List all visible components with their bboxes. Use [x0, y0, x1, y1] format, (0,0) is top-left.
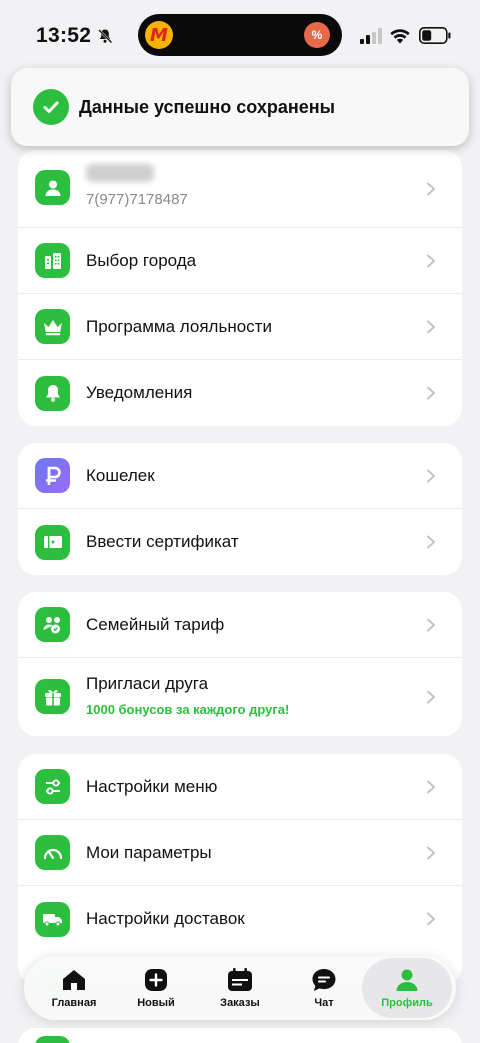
- profile-icon: [396, 969, 418, 991]
- bell-muted-icon: [98, 29, 113, 44]
- sliders-icon: [35, 769, 70, 804]
- delivery-settings-label: Настройки доставок: [86, 909, 245, 928]
- chevron-right-icon: [427, 386, 435, 400]
- tab-profile[interactable]: Профиль: [362, 958, 452, 1018]
- status-time: 13:52: [36, 24, 92, 47]
- notifications-label: Уведомления: [86, 383, 193, 402]
- city-label: Выбор города: [86, 250, 197, 270]
- chevron-right-icon: [427, 618, 435, 631]
- tab-home[interactable]: Главная: [38, 956, 110, 1020]
- next-row-icon: [35, 1036, 70, 1043]
- discount-badge-icon: %: [304, 22, 330, 48]
- tab-orders[interactable]: Заказы: [204, 956, 276, 1020]
- bell-icon: [35, 375, 70, 411]
- dynamic-island: M %: [138, 14, 342, 56]
- profile-row[interactable]: 7(977)7178487: [18, 150, 462, 228]
- my-params-label: Мои параметры: [86, 842, 212, 862]
- chevron-right-icon: [427, 690, 435, 704]
- certificate-row[interactable]: Ввести сертификат: [18, 509, 462, 575]
- tab-new[interactable]: Новый: [120, 956, 192, 1020]
- chevron-right-icon: [427, 320, 435, 333]
- invite-row[interactable]: Пригласи друга 1000 бонусов за каждого д…: [18, 658, 462, 736]
- loyalty-row[interactable]: Программа лояльности: [18, 294, 462, 360]
- family-icon: [35, 607, 70, 642]
- invite-label: Пригласи друга: [86, 674, 209, 693]
- tab-new-label: Новый: [137, 996, 175, 1009]
- wallet-row[interactable]: Кошелек: [18, 443, 462, 509]
- plus-circle-icon: [145, 968, 167, 991]
- chevron-right-icon: [427, 780, 435, 793]
- wallet-label: Кошелек: [86, 465, 155, 485]
- family-label: Семейный тариф: [86, 614, 225, 634]
- wifi-icon: [390, 29, 410, 44]
- payments-card: Кошелек Ввести сертификат: [18, 443, 462, 575]
- success-toast: Данные успешно сохранены: [11, 68, 469, 146]
- gauge-icon: [35, 835, 70, 870]
- user-icon: [35, 170, 70, 205]
- status-bar: 13:52 M %: [0, 0, 480, 70]
- my-params-row[interactable]: Мои параметры: [18, 820, 462, 886]
- profile-phone: 7(977)7178487: [86, 191, 188, 208]
- check-circle-icon: [33, 89, 69, 125]
- crown-icon: [35, 309, 70, 344]
- chevron-right-icon: [427, 254, 435, 267]
- chat-bubble-icon: [312, 968, 336, 991]
- tab-chat[interactable]: Чат: [288, 956, 360, 1020]
- calendar-icon: [228, 967, 252, 991]
- next-card-peek: [18, 1028, 462, 1043]
- buildings-icon: [35, 243, 70, 278]
- delivery-settings-row[interactable]: Настройки доставок: [18, 886, 462, 952]
- tab-chat-label: Чат: [314, 996, 334, 1009]
- profile-card: 7(977)7178487 Выбор города Программа лоя…: [18, 150, 462, 426]
- chevron-right-icon: [427, 846, 435, 859]
- settings-card: Настройки меню Мои параметры Настройки д…: [18, 754, 462, 984]
- city-row[interactable]: Выбор города: [18, 228, 462, 294]
- toast-message: Данные успешно сохранены: [79, 96, 335, 117]
- gift-icon: [35, 679, 70, 714]
- chevron-right-icon: [427, 535, 435, 549]
- loyalty-label: Программа лояльности: [86, 316, 272, 336]
- tab-home-label: Главная: [51, 996, 97, 1009]
- delivery-truck-icon: [35, 901, 70, 937]
- cellular-signal-icon: [360, 28, 382, 44]
- menu-settings-label: Настройки меню: [86, 776, 218, 796]
- invite-subtitle: 1000 бонусов за каждого друга!: [86, 702, 290, 717]
- menu-settings-row[interactable]: Настройки меню: [18, 754, 462, 820]
- tab-profile-label: Профиль: [381, 996, 433, 1009]
- certificate-label: Ввести сертификат: [86, 532, 239, 551]
- home-icon: [63, 969, 85, 990]
- social-card: Семейный тариф Пригласи друга 1000 бонус…: [18, 592, 462, 736]
- app-logo-icon: M: [145, 21, 173, 49]
- ruble-icon: [35, 458, 70, 493]
- blurred-username: [86, 164, 154, 182]
- tab-orders-label: Заказы: [220, 996, 260, 1009]
- ticket-icon: [35, 524, 70, 560]
- chevron-right-icon: [427, 912, 435, 926]
- battery-icon: [419, 27, 451, 44]
- notifications-row[interactable]: Уведомления: [18, 360, 462, 426]
- chevron-right-icon: [427, 182, 435, 196]
- family-row[interactable]: Семейный тариф: [18, 592, 462, 658]
- tab-bar: Главная Новый Заказы Чат Профиль: [24, 956, 456, 1020]
- chevron-right-icon: [427, 469, 435, 482]
